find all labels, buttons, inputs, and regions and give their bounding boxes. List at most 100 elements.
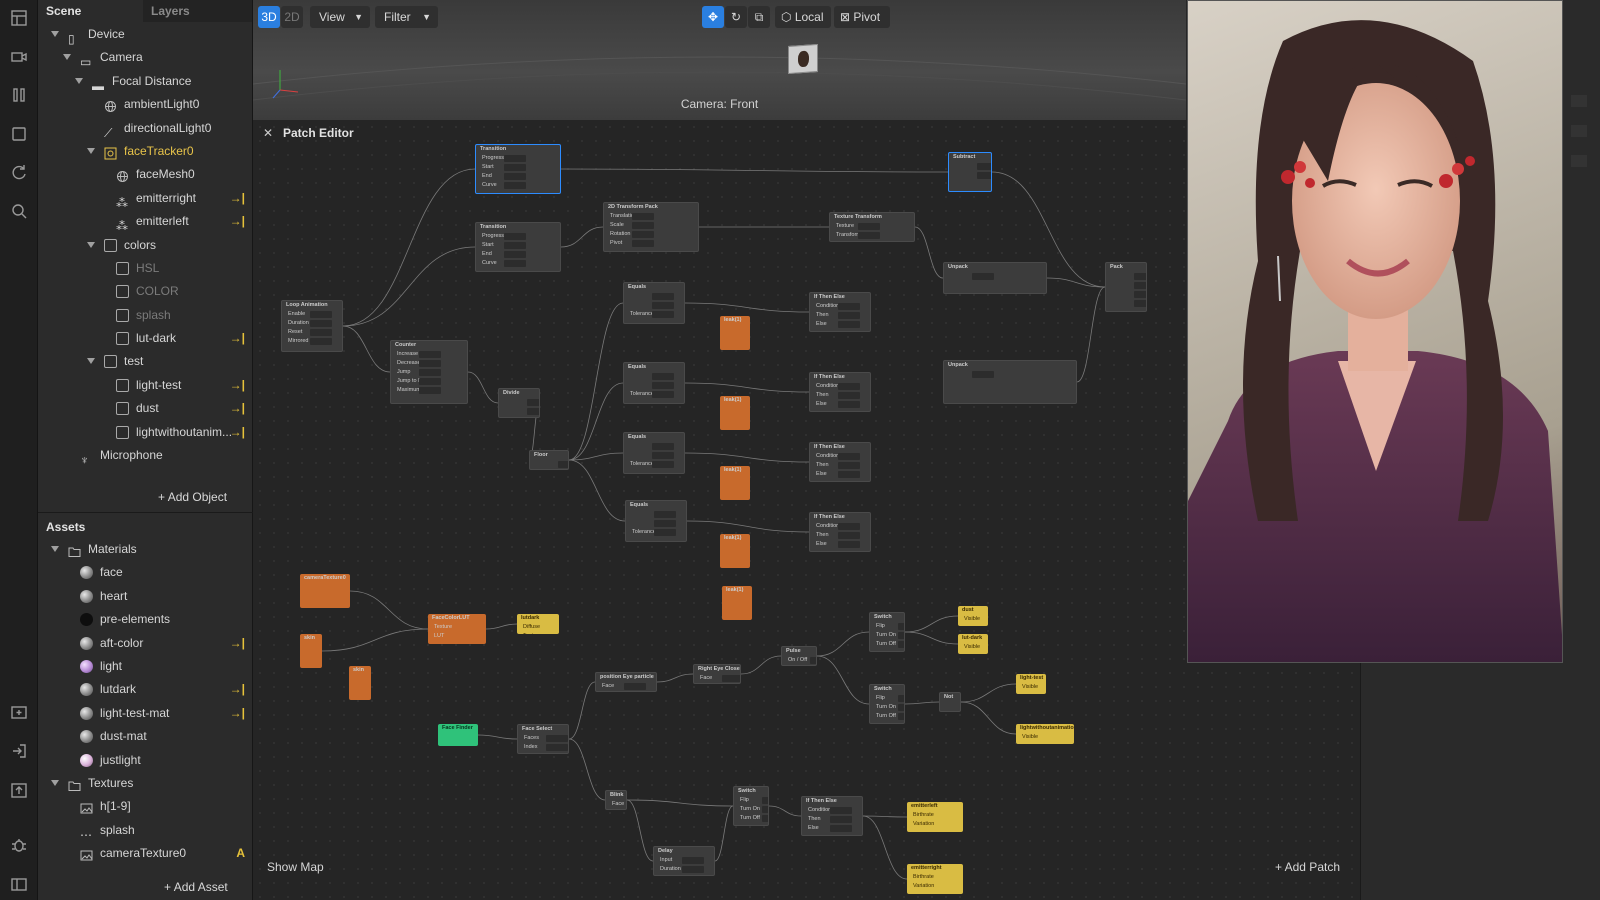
patch-port[interactable]: On / Off bbox=[782, 656, 816, 665]
inspector-field[interactable] bbox=[1571, 155, 1587, 167]
export-icon[interactable] bbox=[9, 702, 29, 722]
patch-port[interactable]: Then bbox=[810, 311, 870, 320]
patch-node[interactable]: If Then Else Condition Then Else bbox=[809, 292, 871, 332]
scene_tree-item[interactable]: ⁂ emitterright →| bbox=[38, 187, 253, 210]
patch-node[interactable]: If Then Else Condition Then Else bbox=[809, 512, 871, 552]
video-icon[interactable] bbox=[9, 47, 29, 67]
patch-port[interactable]: Index bbox=[518, 743, 568, 752]
port-value-field[interactable] bbox=[632, 222, 654, 229]
patch-node[interactable]: Floor bbox=[529, 450, 569, 470]
patch-port[interactable]: Condition bbox=[810, 452, 870, 461]
patch-port[interactable] bbox=[626, 510, 686, 519]
port-value-field[interactable] bbox=[977, 172, 991, 179]
patch-port[interactable]: Visible bbox=[958, 615, 988, 624]
port-value-field[interactable] bbox=[838, 321, 860, 328]
patch-port[interactable]: LUT bbox=[428, 632, 486, 641]
patch-port[interactable]: Input bbox=[654, 856, 714, 865]
port-value-field[interactable] bbox=[652, 443, 674, 450]
local-toggle[interactable]: ⬡ Local bbox=[775, 6, 831, 28]
port-value-field[interactable] bbox=[838, 401, 860, 408]
patch-port[interactable] bbox=[499, 407, 539, 416]
scene_tree-item[interactable]: faceMesh0 bbox=[38, 163, 253, 186]
port-value-field[interactable] bbox=[419, 351, 441, 358]
upload-icon[interactable] bbox=[9, 780, 29, 800]
patch-port[interactable]: Turn Off bbox=[734, 814, 768, 823]
assets_tree-item[interactable]: aft-color →| bbox=[38, 632, 253, 655]
patch-port[interactable]: Scale bbox=[604, 221, 698, 230]
patch-node[interactable]: leak(1) bbox=[720, 534, 750, 568]
patch-node[interactable]: Switch Flip Turn On Turn Off bbox=[733, 786, 769, 826]
port-value-field[interactable] bbox=[546, 744, 568, 751]
patch-node[interactable]: Equals Tolerance bbox=[625, 500, 687, 542]
assets_tree-item[interactable]: Materials bbox=[38, 538, 253, 561]
port-value-field[interactable] bbox=[838, 392, 860, 399]
port-value-field[interactable] bbox=[527, 399, 539, 406]
patch-port[interactable]: Visible bbox=[1016, 733, 1074, 742]
port-value-field[interactable] bbox=[419, 387, 441, 394]
port-value-field[interactable] bbox=[838, 303, 860, 310]
patch-port[interactable]: Tolerance bbox=[624, 460, 684, 469]
patch-port[interactable]: Turn On bbox=[870, 631, 904, 640]
port-value-field[interactable] bbox=[546, 735, 568, 742]
scene_tree-item[interactable]: test bbox=[38, 350, 253, 373]
port-value-field[interactable] bbox=[504, 182, 526, 189]
patch-node[interactable]: Equals Tolerance bbox=[623, 282, 685, 324]
assets_tree-item[interactable]: face bbox=[38, 561, 253, 584]
patch-port[interactable]: Jump bbox=[391, 368, 467, 377]
patch-port[interactable] bbox=[944, 272, 1046, 281]
expand-arrow-icon[interactable] bbox=[75, 77, 83, 84]
port-value-field[interactable] bbox=[310, 320, 332, 327]
patch-node[interactable]: leak(1) bbox=[720, 396, 750, 430]
patch-port[interactable]: Then bbox=[810, 531, 870, 540]
patch-port[interactable] bbox=[499, 398, 539, 407]
camera-thumbnail[interactable] bbox=[788, 43, 818, 75]
add-asset-button[interactable]: + Add Asset bbox=[164, 877, 228, 897]
patch-port[interactable]: End bbox=[476, 250, 560, 259]
scene_tree-item[interactable]: ▯ Device bbox=[38, 23, 253, 46]
assets_tree-item[interactable]: light bbox=[38, 655, 253, 678]
patch-node[interactable]: Right Eye Closed Face bbox=[693, 664, 741, 684]
scale-tool-button[interactable]: ⧉ bbox=[748, 6, 770, 28]
patch-node[interactable]: If Then Else Condition Then Else bbox=[809, 442, 871, 482]
patch-port[interactable]: Condition bbox=[810, 522, 870, 531]
assets_tree-item[interactable]: Textures bbox=[38, 772, 253, 795]
expand-arrow-icon[interactable] bbox=[87, 241, 95, 248]
port-value-field[interactable] bbox=[682, 866, 704, 873]
patch-port[interactable]: Pivot bbox=[604, 239, 698, 248]
patch-port[interactable]: Visible bbox=[1016, 683, 1046, 692]
inspector-field[interactable] bbox=[1571, 125, 1587, 137]
patch-node[interactable]: leak(1) bbox=[720, 466, 750, 500]
port-value-field[interactable] bbox=[624, 683, 646, 690]
patch-port[interactable] bbox=[624, 301, 684, 310]
patch-port[interactable]: Enable bbox=[282, 310, 342, 319]
patch-node[interactable]: Counter Increase Decrease Jump Jump to Numbe… bbox=[390, 340, 468, 404]
add-patch-button[interactable]: + Add Patch bbox=[1275, 860, 1340, 874]
patch-port[interactable] bbox=[624, 381, 684, 390]
scene_tree-item[interactable]: ambientLight0 bbox=[38, 93, 253, 116]
patch-node[interactable]: Unpack bbox=[943, 360, 1077, 404]
scene_tree-item[interactable]: ⁂ emitterleft →| bbox=[38, 210, 253, 233]
scene_tree-item[interactable]: COLOR bbox=[38, 280, 253, 303]
patch-port[interactable]: Turn Off bbox=[870, 640, 904, 649]
port-value-field[interactable] bbox=[419, 369, 441, 376]
patch-node[interactable]: Equals Tolerance bbox=[623, 432, 685, 474]
patch-port[interactable]: Else bbox=[810, 540, 870, 549]
scene_tree-item[interactable]: colors bbox=[38, 234, 253, 257]
port-value-field[interactable] bbox=[504, 260, 526, 267]
pause-icon[interactable] bbox=[9, 85, 29, 105]
patch-node[interactable]: lightwithoutanimation Visible bbox=[1016, 724, 1074, 744]
camera-preview[interactable] bbox=[1187, 0, 1563, 663]
patch-node[interactable]: leak(1) bbox=[722, 586, 752, 620]
patch-node[interactable]: skin bbox=[349, 666, 371, 700]
port-value-field[interactable] bbox=[838, 312, 860, 319]
patch-node[interactable]: emitterright Birthrate Variation bbox=[907, 864, 963, 894]
patch-port[interactable] bbox=[530, 460, 568, 469]
port-value-field[interactable] bbox=[652, 452, 674, 459]
patch-port[interactable]: Else bbox=[810, 470, 870, 479]
patch-port[interactable] bbox=[624, 442, 684, 451]
patch-port[interactable]: Flip bbox=[870, 694, 904, 703]
port-value-field[interactable] bbox=[972, 273, 994, 280]
expand-arrow-icon[interactable] bbox=[51, 779, 59, 786]
show-map-button[interactable]: Show Map bbox=[267, 860, 324, 874]
port-value-field[interactable] bbox=[654, 511, 676, 518]
